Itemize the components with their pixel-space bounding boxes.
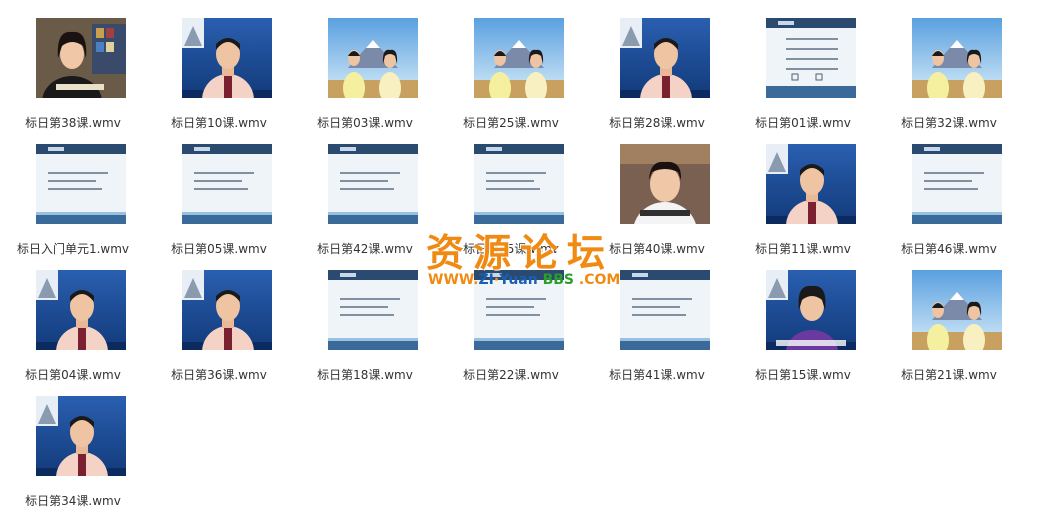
video-thumbnail[interactable] xyxy=(766,18,856,98)
video-thumbnail[interactable] xyxy=(474,18,564,98)
video-thumbnail[interactable] xyxy=(620,18,710,98)
file-item[interactable]: 标日第04课.wmv xyxy=(0,270,146,396)
cut-off-label: ▁▁▁▁▁ xyxy=(912,0,992,2)
file-item[interactable]: 标日第40课.wmv xyxy=(584,144,730,270)
video-thumbnail[interactable] xyxy=(182,144,272,224)
cut-off-label: ▁▁▁▁▁ xyxy=(474,0,554,2)
video-thumbnail[interactable] xyxy=(620,144,710,224)
file-item[interactable]: 标日第41课.wmv xyxy=(584,270,730,396)
file-name-label[interactable]: 标日第40课.wmv xyxy=(574,240,740,257)
file-name-label[interactable]: 标日第22课.wmv xyxy=(428,366,594,383)
file-item[interactable]: 标日第18课.wmv xyxy=(292,270,438,396)
video-thumbnail[interactable] xyxy=(182,18,272,98)
file-name-label[interactable]: 标日第21课.wmv xyxy=(866,366,1032,383)
file-item[interactable]: 标日第42课.wmv xyxy=(292,144,438,270)
video-thumbnail[interactable] xyxy=(766,144,856,224)
video-thumbnail[interactable] xyxy=(620,270,710,350)
file-item[interactable]: 标日第46课.wmv xyxy=(876,144,1022,270)
file-item[interactable]: 标日第38课.wmv xyxy=(0,18,146,144)
video-thumbnail[interactable] xyxy=(36,18,126,98)
file-name-label[interactable]: 标日第35课.wmv xyxy=(428,240,594,257)
file-name-label[interactable]: 标日第46课.wmv xyxy=(866,240,1032,257)
file-name-label[interactable]: 标日第03课.wmv xyxy=(282,114,448,131)
file-item[interactable]: 标日第11课.wmv xyxy=(730,144,876,270)
file-item[interactable]: 标日第25课.wmv xyxy=(438,18,584,144)
file-item[interactable]: 标日第28课.wmv xyxy=(584,18,730,144)
cut-off-label: ▁▁▁▁▁ xyxy=(182,0,262,2)
cut-off-label: ▁▁▁▁▁ xyxy=(620,0,700,2)
file-item[interactable]: 标日第35课.wmv xyxy=(438,144,584,270)
video-thumbnail[interactable] xyxy=(474,270,564,350)
video-thumbnail[interactable] xyxy=(36,270,126,350)
video-thumbnail[interactable] xyxy=(182,270,272,350)
file-name-label[interactable]: 标日第32课.wmv xyxy=(866,114,1032,131)
file-grid: ▁▁▁▁▁ ▁▁▁▁▁ ▁▁▁▁▁ ▁▁▁▁▁ ▁▁▁▁▁ ▁▁▁▁▁ ▁▁▁▁… xyxy=(0,0,1054,517)
cut-off-label: ▁▁▁▁▁ xyxy=(328,0,408,2)
video-thumbnail[interactable] xyxy=(328,144,418,224)
file-name-label[interactable]: 标日第11课.wmv xyxy=(720,240,886,257)
file-name-label[interactable]: 标日第15课.wmv xyxy=(720,366,886,383)
file-name-label[interactable]: 标日第28课.wmv xyxy=(574,114,740,131)
file-name-label[interactable]: 标日第25课.wmv xyxy=(428,114,594,131)
video-thumbnail[interactable] xyxy=(912,270,1002,350)
file-name-label[interactable]: 标日第05课.wmv xyxy=(136,240,302,257)
file-item[interactable]: 标日第05课.wmv xyxy=(146,144,292,270)
cut-off-label: ▁▁▁▁▁ xyxy=(36,0,116,2)
video-thumbnail[interactable] xyxy=(474,144,564,224)
file-item[interactable]: 标日第03课.wmv xyxy=(292,18,438,144)
file-name-label[interactable]: 标日第34课.wmv xyxy=(0,492,156,509)
file-name-label[interactable]: 标日第41课.wmv xyxy=(574,366,740,383)
file-item[interactable]: 标日第36课.wmv xyxy=(146,270,292,396)
file-name-label[interactable]: 标日第38课.wmv xyxy=(0,114,156,131)
video-thumbnail[interactable] xyxy=(36,396,126,476)
file-item[interactable]: 标日第32课.wmv xyxy=(876,18,1022,144)
file-item[interactable]: 标日第22课.wmv xyxy=(438,270,584,396)
video-thumbnail[interactable] xyxy=(36,144,126,224)
file-item[interactable]: 标日入门单元1.wmv xyxy=(0,144,146,270)
file-item[interactable]: 标日第21课.wmv xyxy=(876,270,1022,396)
file-item[interactable]: 标日第15课.wmv xyxy=(730,270,876,396)
file-name-label[interactable]: 标日第18课.wmv xyxy=(282,366,448,383)
file-name-label[interactable]: 标日第10课.wmv xyxy=(136,114,302,131)
file-name-label[interactable]: 标日入门单元1.wmv xyxy=(0,240,156,257)
video-thumbnail[interactable] xyxy=(912,144,1002,224)
video-thumbnail[interactable] xyxy=(766,270,856,350)
video-thumbnail[interactable] xyxy=(912,18,1002,98)
file-name-label[interactable]: 标日第36课.wmv xyxy=(136,366,302,383)
file-item[interactable]: 标日第10课.wmv xyxy=(146,18,292,144)
file-item[interactable]: 标日第34课.wmv xyxy=(0,396,146,522)
cut-off-label: ▁▁▁▁▁ xyxy=(766,0,846,2)
file-name-label[interactable]: 标日第42课.wmv xyxy=(282,240,448,257)
video-thumbnail[interactable] xyxy=(328,270,418,350)
file-item[interactable]: 标日第01课.wmv xyxy=(730,18,876,144)
video-thumbnail[interactable] xyxy=(328,18,418,98)
file-name-label[interactable]: 标日第01课.wmv xyxy=(720,114,886,131)
file-name-label[interactable]: 标日第04课.wmv xyxy=(0,366,156,383)
